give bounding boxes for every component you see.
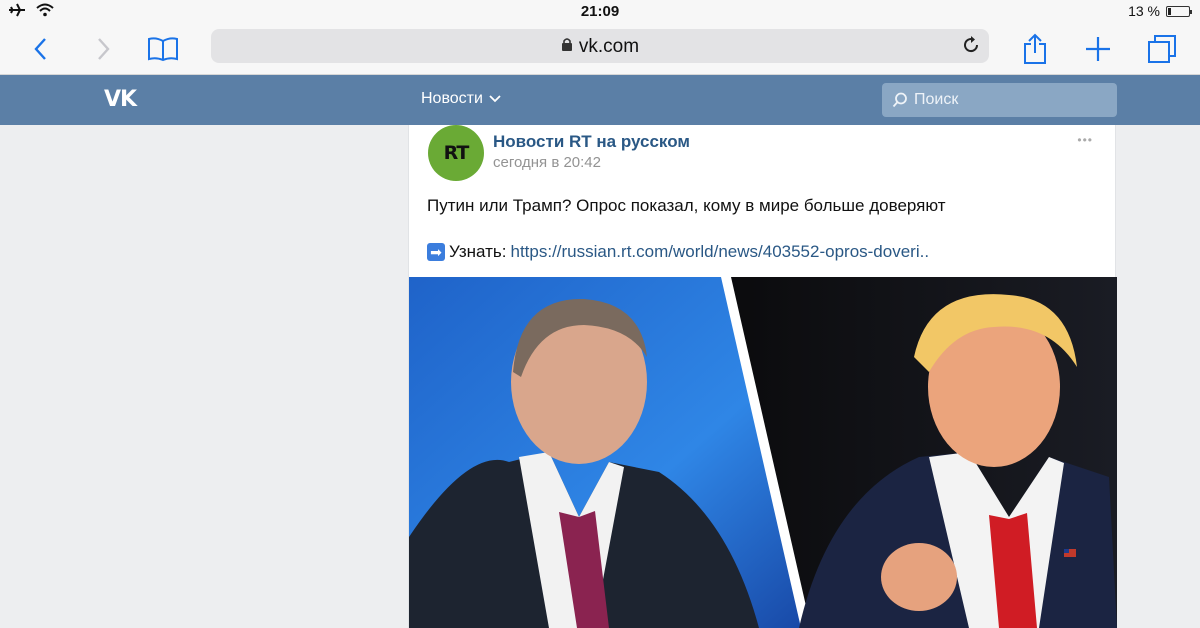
battery-percent: 13 % xyxy=(1128,3,1160,19)
bookmarks-button[interactable] xyxy=(146,32,180,66)
arrow-right-icon: ➡ xyxy=(427,243,445,261)
post-link[interactable]: https://russian.rt.com/world/news/403552… xyxy=(510,242,929,262)
news-post: RT Новости RT на русском сегодня в 20:42… xyxy=(408,125,1117,628)
battery-icon xyxy=(1166,5,1192,17)
address-text-wrap: vk.com xyxy=(211,36,989,58)
vk-header: VK Новости xyxy=(0,75,1200,125)
reload-button[interactable] xyxy=(961,35,981,60)
share-icon xyxy=(1024,33,1046,64)
post-author[interactable]: Новости RT на русском xyxy=(493,132,690,152)
search-icon xyxy=(892,92,907,108)
chevron-right-icon xyxy=(98,38,110,60)
lock-icon xyxy=(561,36,573,58)
book-icon xyxy=(148,37,178,62)
new-tab-button[interactable] xyxy=(1081,32,1115,66)
vk-logo[interactable]: VK xyxy=(104,87,137,112)
back-button[interactable] xyxy=(24,32,58,66)
address-bar[interactable]: vk.com xyxy=(211,29,989,63)
post-link-line: ➡ Узнать: https://russian.rt.com/world/n… xyxy=(427,242,929,262)
news-menu-label: Новости xyxy=(421,90,483,107)
reload-icon xyxy=(964,36,979,53)
avatar-text: RT xyxy=(443,142,470,164)
battery-fill xyxy=(1168,7,1171,15)
search-box[interactable] xyxy=(882,83,1117,117)
link-prefix: Узнать: xyxy=(449,242,507,261)
post-photo-image xyxy=(409,277,1117,628)
address-text: vk.com xyxy=(578,36,640,58)
chevron-down-icon xyxy=(489,95,501,103)
avatar[interactable]: RT xyxy=(428,125,484,181)
share-button[interactable] xyxy=(1018,32,1052,66)
tabs-button[interactable] xyxy=(1145,32,1179,66)
more-options-button[interactable]: ••• xyxy=(1077,133,1093,147)
browser-toolbar: vk.com xyxy=(0,24,1200,75)
plus-icon xyxy=(1086,37,1110,61)
post-photo[interactable] xyxy=(409,277,1117,628)
status-time: 21:09 xyxy=(580,3,620,20)
news-menu[interactable]: Новости xyxy=(421,90,501,108)
tabs-icon xyxy=(1148,35,1176,63)
status-right: 13 % xyxy=(1128,3,1192,19)
search-input[interactable] xyxy=(914,91,1104,109)
chevron-left-icon xyxy=(34,38,46,60)
status-bar: 21:09 13 % xyxy=(0,0,1200,24)
post-text: Путин или Трамп? Опрос показал, кому в м… xyxy=(427,196,946,215)
forward-button[interactable] xyxy=(86,32,120,66)
post-date[interactable]: сегодня в 20:42 xyxy=(493,154,601,171)
